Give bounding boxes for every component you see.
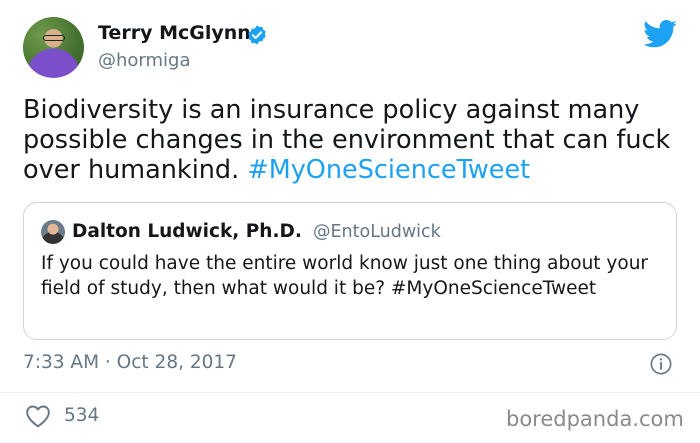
quoted-tweet[interactable]: Dalton Ludwick, Ph.D. @EntoLudwick If yo… xyxy=(23,202,677,340)
twitter-bird-icon[interactable] xyxy=(643,20,677,48)
tweet-text: Biodiversity is an insurance policy agai… xyxy=(23,95,683,185)
quoted-author-avatar[interactable] xyxy=(41,220,65,244)
author-handle[interactable]: @hormiga xyxy=(98,50,191,71)
like-count: 534 xyxy=(64,405,100,426)
divider xyxy=(0,392,700,393)
tweet-hashtag-link[interactable]: #MyOneScienceTweet xyxy=(247,155,530,185)
heart-icon[interactable] xyxy=(25,404,51,428)
quoted-author-name: Dalton Ludwick, Ph.D. xyxy=(72,221,302,242)
watermark-text: boredpanda.com xyxy=(506,407,684,431)
tweet-timestamp[interactable]: 7:33 AM · Oct 28, 2017 xyxy=(23,352,237,373)
quoted-author-handle: @EntoLudwick xyxy=(313,222,441,242)
tweet-card: Terry McGlynn @hormiga Biodiversity is a… xyxy=(0,0,700,443)
author-name[interactable]: Terry McGlynn xyxy=(98,22,251,44)
author-avatar[interactable] xyxy=(23,17,84,78)
quoted-tweet-text: If you could have the entire world know … xyxy=(41,253,649,299)
verified-badge-icon xyxy=(248,25,266,45)
info-icon[interactable] xyxy=(650,353,672,375)
